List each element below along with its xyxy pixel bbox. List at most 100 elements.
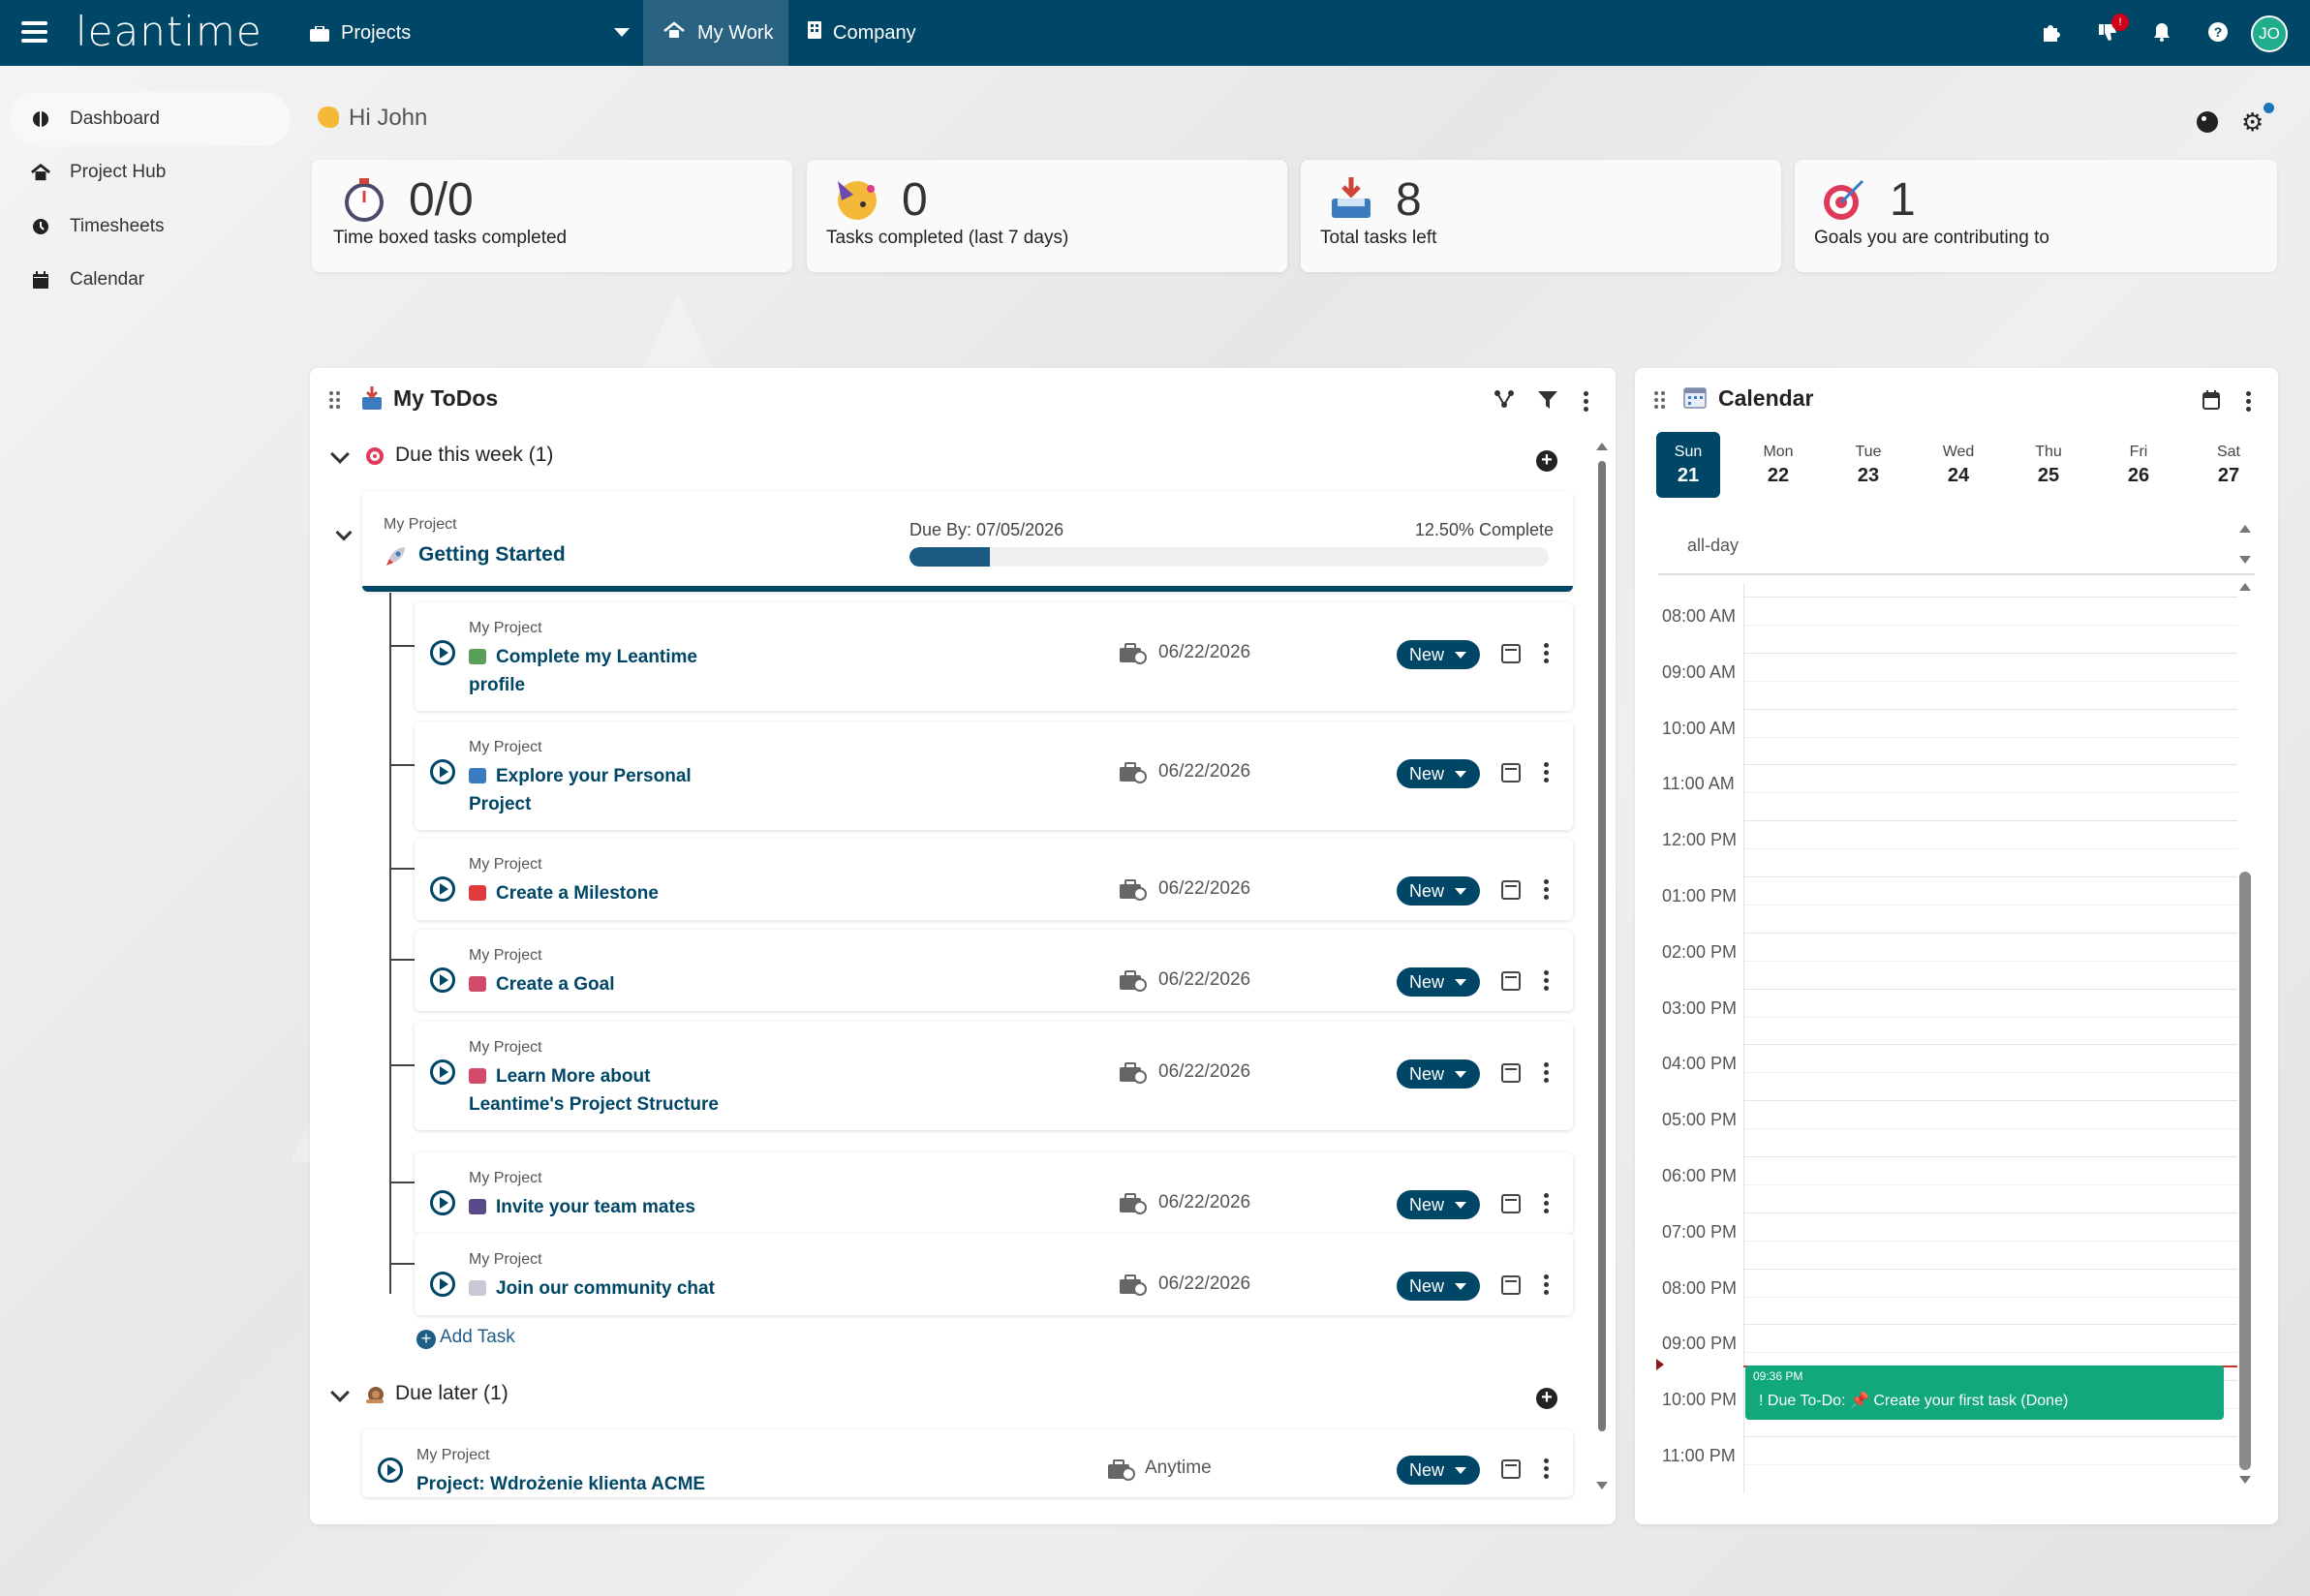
half-hour-line[interactable]: [1743, 960, 2237, 962]
half-hour-line[interactable]: [1743, 1184, 2237, 1185]
milestone-card[interactable]: My Project Getting Started Due By: 07/05…: [362, 491, 1573, 592]
projects-dropdown[interactable]: Projects: [302, 0, 641, 66]
allday-scroll-up-icon[interactable]: [2239, 525, 2251, 533]
group-by-icon[interactable]: [1494, 389, 1515, 409]
task-due-date[interactable]: 06/22/2026: [1158, 878, 1250, 900]
task-card[interactable]: My Project Create a Milestone 06/22/2026 Ne…: [415, 839, 1573, 920]
half-hour-line[interactable]: [1743, 1296, 2237, 1298]
sidebar-item-timesheets[interactable]: Timesheets: [10, 200, 291, 254]
time-slot-line[interactable]: [1743, 1324, 2237, 1326]
task-name[interactable]: Create a Milestone: [469, 879, 750, 907]
time-slot-line[interactable]: [1743, 1212, 2237, 1213]
task-card[interactable]: My Project Learn More about Leantime's Pr…: [415, 1022, 1573, 1130]
task-name[interactable]: Join our community chat: [469, 1274, 750, 1303]
calendar-day-fri[interactable]: Fri 26: [2107, 432, 2171, 498]
task-card[interactable]: My Project Join our community chat 06/22/2…: [415, 1234, 1573, 1315]
task-card[interactable]: My Project Complete my Leantime profile 06…: [415, 602, 1573, 711]
time-slot-line[interactable]: [1743, 1436, 2237, 1437]
calendar-day-wed[interactable]: Wed 24: [1926, 432, 1990, 498]
add-todo-this-week-icon[interactable]: +: [1536, 450, 1557, 472]
settings-gears-icon[interactable]: ⚙: [2241, 109, 2264, 135]
bell-icon[interactable]: [2150, 21, 2173, 45]
sidebar-item-calendar[interactable]: Calendar: [10, 253, 291, 307]
help-icon[interactable]: ?: [2206, 21, 2230, 45]
task-name[interactable]: Invite your team mates: [469, 1193, 750, 1221]
task-status-dropdown[interactable]: New: [1397, 1272, 1480, 1301]
start-timer-icon[interactable]: [430, 640, 455, 665]
time-slot-line[interactable]: [1743, 1100, 2237, 1102]
sidebar-item-project-hub[interactable]: Project Hub: [10, 145, 291, 200]
task-card[interactable]: My Project Invite your team mates 06/22/20…: [415, 1152, 1573, 1234]
task-name[interactable]: Explore your Personal Project: [469, 762, 750, 818]
half-hour-line[interactable]: [1743, 625, 2237, 626]
time-slot-line[interactable]: [1743, 988, 2237, 990]
task-menu-icon[interactable]: [1544, 1458, 1550, 1482]
half-hour-line[interactable]: [1743, 1352, 2237, 1354]
half-hour-line[interactable]: [1743, 1464, 2237, 1465]
milestone-name[interactable]: Getting Started: [418, 543, 566, 567]
task-due-date[interactable]: Anytime: [1145, 1458, 1212, 1479]
scroll-down-arrow-icon[interactable]: [1596, 1482, 1608, 1489]
schedule-calendar-icon[interactable]: [1501, 644, 1521, 663]
task-status-dropdown[interactable]: New: [1397, 1059, 1480, 1089]
schedule-calendar-icon[interactable]: [1501, 1194, 1521, 1213]
start-timer-icon[interactable]: [430, 876, 455, 902]
time-slot-line[interactable]: [1743, 597, 2237, 598]
scroll-up-arrow-icon[interactable]: [1596, 443, 1608, 450]
calendar-day-tue[interactable]: Tue 23: [1836, 432, 1900, 498]
filter-icon[interactable]: [1538, 391, 1557, 409]
sidebar-item-dashboard[interactable]: Dashboard: [10, 92, 291, 146]
palette-icon[interactable]: [2197, 111, 2218, 133]
task-status-dropdown[interactable]: New: [1397, 759, 1480, 788]
task-menu-icon[interactable]: [1544, 643, 1550, 666]
schedule-calendar-icon[interactable]: [1501, 880, 1521, 900]
task-status-dropdown[interactable]: New: [1397, 876, 1480, 905]
task-name[interactable]: Learn More about Leantime's Project Stru…: [469, 1062, 750, 1119]
task-due-date[interactable]: 06/22/2026: [1158, 642, 1250, 663]
task-menu-icon[interactable]: [1544, 1062, 1550, 1086]
start-timer-icon[interactable]: [430, 1190, 455, 1215]
schedule-calendar-icon[interactable]: [1501, 1459, 1521, 1479]
section-due-this-week[interactable]: Due this week (1): [395, 444, 553, 467]
time-slot-line[interactable]: [1743, 1268, 2237, 1270]
todos-scrollbar[interactable]: [1598, 461, 1606, 1431]
calendar-day-sat[interactable]: Sat 27: [2197, 432, 2261, 498]
calendar-scroll-down-icon[interactable]: [2239, 1476, 2251, 1484]
schedule-calendar-icon[interactable]: [1501, 763, 1521, 783]
calendar-event[interactable]: 09:36 PM ! Due To-Do: 📌 Create your firs…: [1745, 1366, 2224, 1420]
half-hour-line[interactable]: [1743, 848, 2237, 850]
task-card[interactable]: My Project Create a Goal 06/22/2026 New: [415, 930, 1573, 1011]
schedule-calendar-icon[interactable]: [1501, 1063, 1521, 1083]
time-slot-line[interactable]: [1743, 820, 2237, 822]
schedule-calendar-icon[interactable]: [1501, 1275, 1521, 1295]
task-name[interactable]: Create a Goal: [469, 970, 750, 998]
schedule-calendar-icon[interactable]: [1501, 971, 1521, 991]
user-avatar[interactable]: JO: [2251, 15, 2288, 52]
time-slot-line[interactable]: [1743, 1044, 2237, 1046]
task-status-dropdown[interactable]: New: [1397, 640, 1480, 669]
tab-my-work[interactable]: My Work: [643, 0, 788, 66]
half-hour-line[interactable]: [1743, 1072, 2237, 1074]
time-slot-line[interactable]: [1743, 708, 2237, 710]
task-status-dropdown[interactable]: New: [1397, 1190, 1480, 1219]
half-hour-line[interactable]: [1743, 680, 2237, 682]
calendar-view-icon[interactable]: [2202, 390, 2220, 410]
half-hour-line[interactable]: [1743, 1016, 2237, 1018]
calendar-scrollbar[interactable]: [2239, 872, 2251, 1470]
tab-company[interactable]: Company: [788, 0, 943, 66]
task-due-date[interactable]: 06/22/2026: [1158, 761, 1250, 783]
add-task-link[interactable]: + Add Task: [416, 1327, 515, 1349]
time-slot-line[interactable]: [1743, 764, 2237, 766]
add-todo-later-icon[interactable]: +: [1536, 1388, 1557, 1409]
leantime-logo[interactable]: leantime: [76, 8, 262, 55]
calendar-day-sun[interactable]: Sun 21: [1656, 432, 1720, 498]
start-timer-icon[interactable]: [430, 759, 455, 784]
drag-handle-icon[interactable]: [329, 391, 343, 411]
time-slot-line[interactable]: [1743, 652, 2237, 654]
calendar-scroll-up-icon[interactable]: [2239, 583, 2251, 591]
task-status-dropdown[interactable]: New: [1397, 1456, 1480, 1485]
task-due-date[interactable]: 06/22/2026: [1158, 1061, 1250, 1083]
start-timer-icon[interactable]: [430, 1272, 455, 1297]
task-name[interactable]: Project: Wdrożenie klienta ACME: [416, 1470, 901, 1498]
task-due-date[interactable]: 06/22/2026: [1158, 1274, 1250, 1295]
